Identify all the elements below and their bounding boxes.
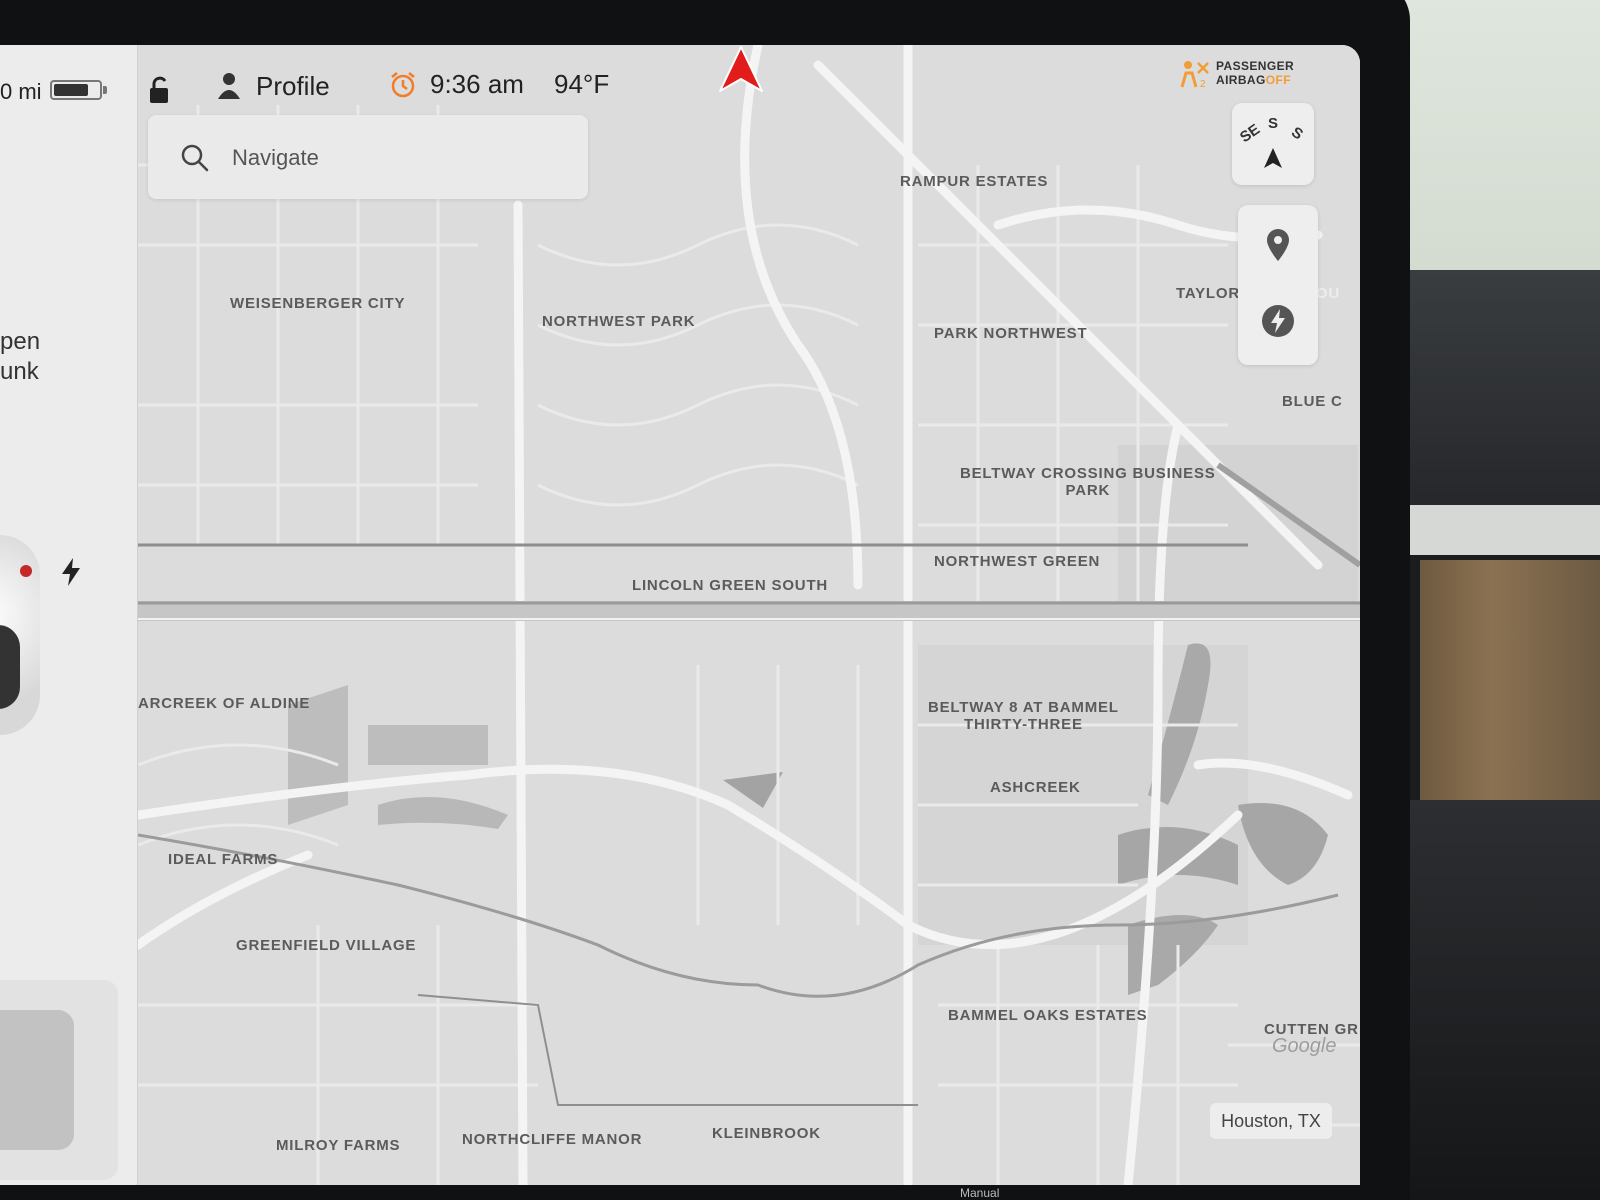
profile-button[interactable]: Profile (256, 71, 330, 102)
map-label-kleinbrook: KLEINBROOK (712, 1125, 821, 1142)
location-label: Houston, TX (1210, 1103, 1332, 1139)
charging-station-icon[interactable] (1260, 303, 1296, 339)
passenger-airbag-icon: 2 (1180, 61, 1209, 89)
map-attribution: Google (1272, 1035, 1337, 1057)
profile-icon[interactable] (216, 71, 242, 101)
map-poi-controls (1238, 205, 1318, 365)
map-label-weisenberger-city: WEISENBERGER CITY (230, 295, 406, 312)
seat-icon (0, 1010, 74, 1150)
car-status-panel: 0 mi pen unk (0, 45, 138, 1185)
map-label-arcreek-of-aldine: ARCREEK OF ALDINE (138, 695, 311, 712)
map-label-beltway-crossing-line1: BELTWAY CROSSING BUSINESS (960, 465, 1216, 482)
dashboard-panel (1400, 270, 1600, 510)
map-label-northwest-park: NORTHWEST PARK (542, 313, 696, 330)
dashboard-trim (1400, 505, 1600, 555)
alarm-clock-icon[interactable] (388, 70, 418, 100)
map-label-lincoln-green-south: LINCOLN GREEN SOUTH (632, 577, 829, 594)
map-label-northwest-green: NORTHWEST GREEN (934, 553, 1101, 570)
status-bar: Profile 9:36 am 94°F 2 PASSENGER AIRBAGO… (138, 45, 1360, 117)
open-trunk-line1: pen (0, 328, 41, 355)
airbag-line1: PASSENGER (1216, 59, 1295, 73)
airbag-line2: AIRBAG (1216, 73, 1266, 87)
outside-temperature: 94°F (554, 69, 610, 99)
dashboard-lower (1400, 800, 1600, 1200)
map-label-beltway-crossing-line2: PARK (1065, 482, 1111, 499)
map-label-beltway-8-line2: THIRTY-THREE (963, 716, 1083, 733)
open-trunk-button[interactable]: pen unk (0, 327, 40, 387)
car-wheel (0, 625, 20, 709)
map-label-greenfield-village: GREENFIELD VILLAGE (236, 937, 417, 954)
map-label-ideal-farms: IDEAL FARMS (168, 851, 279, 868)
map-label-milroy-farms: MILROY FARMS (276, 1137, 401, 1154)
passenger-airbag-status: PASSENGER AIRBAGOFF (1216, 59, 1294, 87)
map-label-beltway-crossing: BELTWAY CROSSING BUSINESS PARK (960, 465, 1216, 499)
map-label-ashcreek: ASHCREEK (990, 779, 1081, 796)
airbag-off-label: OFF (1265, 73, 1291, 87)
wood-trim (1420, 560, 1600, 800)
background-wall (1400, 0, 1600, 290)
battery-icon (50, 80, 102, 100)
map-pin-icon[interactable] (1263, 227, 1293, 263)
map-label-park-northwest: PARK NORTHWEST (934, 325, 1088, 342)
touchscreen: RAMPUR ESTATES WEISENBERGER CITY NORTHWE… (0, 45, 1360, 1185)
compass-button[interactable]: SE S S (1232, 103, 1314, 185)
navigate-search-box[interactable]: Navigate (148, 115, 588, 199)
map-roads (138, 45, 1360, 1185)
range-readout: 0 mi (0, 79, 42, 104)
search-icon (181, 144, 209, 172)
manual-label: Manual (960, 1186, 1000, 1200)
compass-arrow-icon (1264, 148, 1282, 168)
charge-port-icon[interactable] (60, 557, 82, 587)
svg-text:2: 2 (1200, 79, 1206, 89)
car-tail-light (20, 565, 32, 577)
map-label-bammel-oaks-estates: BAMMEL OAKS ESTATES (948, 1007, 1148, 1024)
battery-tip (103, 86, 107, 94)
search-placeholder: Navigate (232, 145, 319, 170)
map-label-rampur-estates: RAMPUR ESTATES (900, 173, 1049, 190)
lock-icon[interactable] (146, 75, 172, 105)
clock-readout: 9:36 am (430, 69, 524, 99)
map-label-taylor: TAYLOR (1176, 285, 1240, 302)
battery-fill (54, 84, 88, 96)
open-trunk-line2: unk (0, 358, 39, 385)
map-label-beltway-8-line1: BELTWAY 8 AT BAMMEL (928, 699, 1119, 716)
map-view[interactable]: RAMPUR ESTATES WEISENBERGER CITY NORTHWE… (138, 45, 1360, 1185)
map-label-beltway-8: BELTWAY 8 AT BAMMEL THIRTY-THREE (928, 699, 1119, 733)
map-label-northcliffe-manor: NORTHCLIFFE MANOR (462, 1131, 643, 1148)
map-label-blue-c: BLUE C (1282, 393, 1343, 410)
